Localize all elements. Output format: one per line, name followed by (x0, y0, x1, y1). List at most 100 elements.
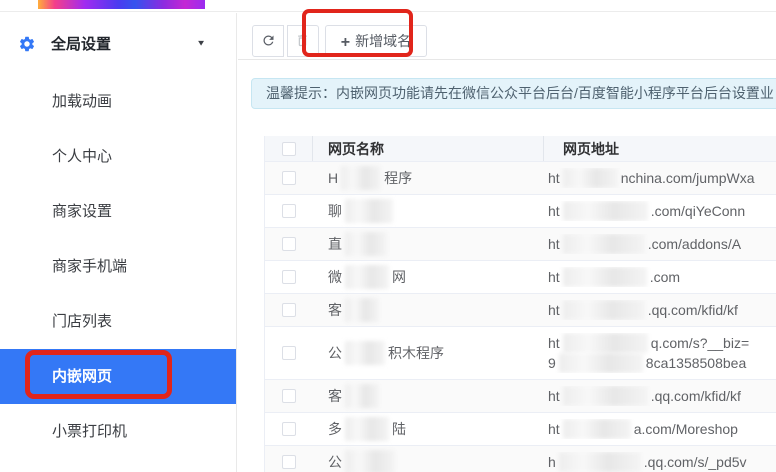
sidebar: 全局设置 ▼ 加载动画 个人中心 商家设置 商家手机端 门店列表 内嵌网页 小票… (0, 13, 237, 472)
page-url-text: 9 (548, 355, 556, 371)
table-row: 微 网 ht .com (265, 261, 776, 294)
redaction-blur (345, 232, 387, 256)
table-row: 客 ht .qq.com/kfid/kf (265, 294, 776, 327)
table-header-row: 网页名称 网页地址 (265, 136, 776, 162)
redaction-blur (562, 267, 647, 287)
page-url-text: ht (548, 388, 560, 404)
sidebar-item-loading-animation[interactable]: 加载动画 (0, 74, 236, 129)
row-checkbox[interactable] (282, 455, 296, 469)
sidebar-group-label: 全局设置 (51, 36, 112, 53)
row-checkbox[interactable] (282, 270, 296, 284)
sidebar-item-store-list[interactable]: 门店列表 (0, 294, 236, 349)
chevron-down-icon: ▼ (196, 39, 206, 48)
page-name-text: 公 (328, 454, 342, 470)
delete-button[interactable] (286, 25, 319, 57)
sidebar-item-embedded-webpage[interactable]: 内嵌网页 (0, 349, 236, 404)
page-name-text: 聊 (328, 203, 342, 219)
row-checkbox[interactable] (282, 346, 296, 360)
redaction-blur (345, 341, 385, 365)
sidebar-item-receipt-printer[interactable]: 小票打印机 (0, 404, 236, 459)
table-row: 聊 ht .com/qiYeConn (265, 195, 776, 228)
page-url-text: ht (548, 170, 560, 186)
redaction-blur (345, 298, 379, 322)
page-url-text: nchina.com/jumpWxa (620, 170, 755, 186)
redaction-blur (345, 384, 379, 408)
page-url-text: .com/qiYeConn (650, 203, 746, 219)
sidebar-item-merchant-settings[interactable]: 商家设置 (0, 184, 236, 239)
redaction-blur (345, 417, 389, 441)
redaction-blur (558, 353, 643, 373)
page-url-text: .qq.com/kfid/kf (650, 388, 741, 404)
table-row: 直 ht .com/addons/A (265, 228, 776, 261)
page-name-text: 客 (328, 302, 342, 318)
page-url-text: .qq.com/s/_pd5v (643, 454, 747, 470)
table-row: 公 h .qq.com/s/_pd5v (265, 446, 776, 472)
info-alert: 温馨提示：内嵌网页功能请先在微信公众平台后台/百度智能小程序平台后台设置业 (251, 78, 776, 109)
page-url-line: 9 8ca1358508bea (548, 353, 776, 373)
page-name-text: 微 (328, 269, 342, 285)
redaction-blur (562, 419, 631, 439)
add-domain-button-label: 新增域名 (355, 33, 412, 49)
row-checkbox[interactable] (282, 422, 296, 436)
info-alert-text: 温馨提示：内嵌网页功能请先在微信公众平台后台/百度智能小程序平台后台设置业 (266, 85, 774, 101)
page-name-text: H (328, 170, 339, 186)
redaction-blur (341, 166, 382, 190)
table-row: 多 陆 ht a.com/Moreshop (265, 413, 776, 446)
page-url-line: ht q.com/s?__biz= (548, 333, 776, 353)
page-url-text: a.com/Moreshop (633, 421, 738, 437)
select-all-checkbox[interactable] (281, 141, 296, 156)
redaction-blur (562, 333, 648, 353)
page-url-text: .com/addons/A (647, 236, 742, 252)
row-checkbox[interactable] (282, 171, 296, 185)
page-url-text: 8ca1358508bea (645, 355, 747, 371)
refresh-button[interactable] (252, 25, 284, 57)
page-url-text: ht (548, 269, 560, 285)
add-domain-button[interactable]: + 新增域名 (324, 25, 428, 57)
page-name-text: 直 (328, 236, 342, 252)
toolbar: + 新增域名 (238, 13, 776, 60)
page-url-text: q.com/s?__biz= (650, 335, 750, 351)
page-name-text: 网 (392, 269, 406, 285)
page-url-text: h (548, 454, 556, 470)
main-content: + 新增域名 温馨提示：内嵌网页功能请先在微信公众平台后台/百度智能小程序平台后台… (238, 13, 776, 472)
page-url-text: ht (548, 335, 560, 351)
row-checkbox[interactable] (282, 204, 296, 218)
table-row: 客 ht .qq.com/kfid/kf (265, 380, 776, 413)
column-header-page-name: 网页名称 (313, 136, 544, 161)
redaction-blur (558, 452, 641, 472)
redaction-blur (562, 168, 618, 188)
page-url-text: ht (548, 203, 560, 219)
top-bar (0, 0, 776, 12)
row-checkbox[interactable] (282, 389, 296, 403)
redaction-blur (562, 300, 645, 320)
page-name-text: 积木程序 (388, 345, 444, 361)
redaction-blur (562, 386, 648, 406)
column-header-page-url: 网页地址 (563, 140, 619, 157)
page-name-text: 多 (328, 421, 342, 437)
redaction-blur (562, 234, 645, 254)
page-name-text: 程序 (384, 170, 413, 186)
row-checkbox[interactable] (282, 237, 296, 251)
page-name-text: 陆 (392, 421, 406, 437)
logo-gradient-strip (38, 0, 205, 9)
table-row: H 程序 ht nchina.com/jumpWxa (265, 162, 776, 195)
page-url-text: ht (548, 421, 560, 437)
trash-icon (295, 33, 310, 48)
page-url-text: .com (649, 269, 681, 285)
page-url-text: ht (548, 302, 560, 318)
redaction-blur (345, 265, 389, 289)
redaction-blur (345, 199, 393, 223)
sidebar-group-global-settings[interactable]: 全局设置 ▼ (0, 13, 236, 74)
plus-icon: + (340, 34, 351, 51)
domains-table: 网页名称 网页地址 H 程序 ht nchina.com/jumpWxa 聊 ht.… (264, 136, 776, 472)
gear-icon (18, 35, 36, 53)
page-name-text: 客 (328, 388, 342, 404)
sidebar-item-merchant-mobile[interactable]: 商家手机端 (0, 239, 236, 294)
page-url-text: .qq.com/kfid/kf (647, 302, 738, 318)
row-checkbox[interactable] (282, 303, 296, 317)
sidebar-item-personal-center[interactable]: 个人中心 (0, 129, 236, 184)
page-name-text: 公 (328, 345, 342, 361)
redaction-blur (562, 201, 648, 221)
page-url-text: ht (548, 236, 560, 252)
redaction-blur (345, 450, 395, 472)
